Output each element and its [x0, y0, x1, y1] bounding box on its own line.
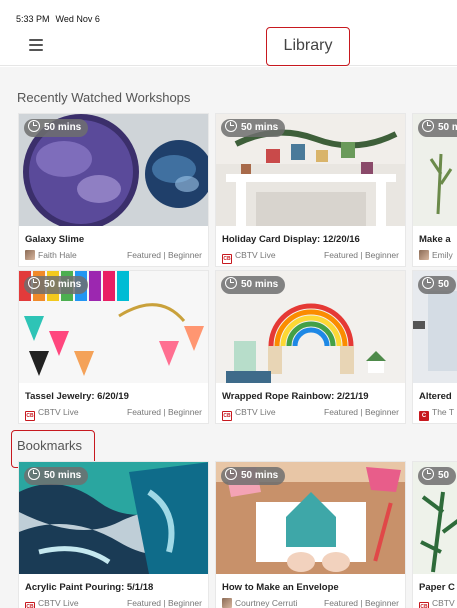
workshop-title: Tassel Jewelry: 6/20/19 — [25, 391, 129, 402]
cbtv-logo-icon: CB — [222, 411, 232, 421]
workshop-tags: Featured | Beginner — [127, 250, 202, 260]
duration-badge: 50 — [418, 276, 457, 294]
author-avatar — [222, 598, 232, 608]
section-title-bookmarks: Bookmarks — [17, 438, 83, 453]
library-content[interactable]: Recently Watched Workshops 50 mins Galax… — [0, 67, 457, 608]
recent-row-2: 50 mins Tassel Jewelry: 6/20/19 CB CBTV L… — [18, 270, 457, 424]
duration-badge: 50 mins — [221, 467, 286, 485]
workshop-tags: Featured | Beginner — [127, 407, 202, 417]
workshop-meta: CB CBTV Live Featured | Beginner — [25, 598, 202, 608]
workshop-tags: Featured | Beginner — [324, 598, 399, 608]
workshop-card[interactable]: 50 mins Tassel Jewelry: 6/20/19 CB CBTV L… — [18, 270, 209, 424]
clock-icon — [422, 277, 434, 289]
author-name: Courtney Cerruti — [235, 598, 298, 608]
cbtv-logo-icon: CB — [419, 602, 429, 608]
author-avatar — [419, 250, 429, 260]
workshop-card[interactable]: 50 mins Acrylic Paint Pouring: 5/1/18 CB… — [18, 461, 209, 608]
author-name: Emily — [432, 250, 453, 260]
duration-badge: 50 mins — [221, 276, 286, 294]
workshop-meta: CB CBTV — [419, 598, 457, 608]
duration-badge: 50 mins — [24, 119, 89, 137]
workshop-tags: Featured | Beginner — [324, 250, 399, 260]
workshop-title: Make a — [419, 234, 451, 245]
clock-icon — [225, 468, 237, 480]
status-bar: 5:33 PM Wed Nov 6 — [0, 0, 457, 26]
workshop-card[interactable]: 50 mins How to Make an Envelope Courtney… — [215, 461, 406, 608]
author-avatar: C — [419, 411, 429, 421]
author-avatar — [25, 250, 35, 260]
status-time: 5:33 PM — [16, 14, 50, 24]
cbtv-logo-icon: CB — [25, 602, 35, 608]
workshop-title: Wrapped Rope Rainbow: 2/21/19 — [222, 391, 369, 402]
workshop-meta: CB CBTV Live Featured | Beginner — [222, 407, 399, 421]
workshop-title: Altered — [419, 391, 452, 402]
workshop-card[interactable]: 50 mins Holiday Card Display: 12/20/16 C… — [215, 113, 406, 267]
clock-icon — [225, 277, 237, 289]
author-name: CBTV Live — [235, 407, 276, 417]
workshop-meta: CB CBTV Live Featured | Beginner — [222, 250, 399, 264]
cbtv-logo-icon: CB — [222, 254, 232, 264]
duration-badge: 50 mins — [221, 119, 286, 137]
duration-badge: 50 mins — [418, 119, 457, 137]
workshop-tags: Featured | Beginner — [324, 407, 399, 417]
workshop-card[interactable]: 50 Altered C The T — [412, 270, 457, 424]
workshop-title: Galaxy Slime — [25, 234, 85, 245]
workshop-meta: Emily — [419, 250, 457, 262]
duration-badge: 50 — [418, 467, 457, 485]
workshop-title: Acrylic Paint Pouring: 5/1/18 — [25, 582, 154, 593]
clock-icon — [28, 120, 40, 132]
duration-badge: 50 mins — [24, 467, 89, 485]
workshop-meta: CB CBTV Live Featured | Beginner — [25, 407, 202, 421]
author-name: CBTV — [432, 598, 455, 608]
workshop-card[interactable]: 50 mins Make a Emily — [412, 113, 457, 267]
workshop-card[interactable]: 50 Paper C CB CBTV — [412, 461, 457, 608]
workshop-title: Holiday Card Display: 12/20/16 — [222, 234, 360, 245]
clock-icon — [422, 468, 434, 480]
workshop-card[interactable]: 50 mins Wrapped Rope Rainbow: 2/21/19 CB… — [215, 270, 406, 424]
workshop-title: Paper C — [419, 582, 455, 593]
workshop-meta: C The T — [419, 407, 457, 421]
page-title: Library — [266, 27, 350, 66]
author-name: Faith Hale — [38, 250, 77, 260]
clock-icon — [422, 120, 434, 132]
hamburger-menu-icon[interactable] — [29, 39, 43, 51]
workshop-tags: Featured | Beginner — [127, 598, 202, 608]
workshop-meta: Courtney Cerruti Featured | Beginner — [222, 598, 399, 608]
nav-bar: Library — [0, 26, 457, 66]
duration-badge: 50 mins — [24, 276, 89, 294]
clock-icon — [28, 468, 40, 480]
clock-icon — [225, 120, 237, 132]
author-name: CBTV Live — [38, 598, 79, 608]
section-title-recently-watched: Recently Watched Workshops — [17, 90, 191, 105]
workshop-card[interactable]: 50 mins Galaxy Slime Faith Hale Featured… — [18, 113, 209, 267]
cbtv-logo-icon: CB — [25, 411, 35, 421]
author-name: CBTV Live — [38, 407, 79, 417]
workshop-title: How to Make an Envelope — [222, 582, 339, 593]
workshop-meta: Faith Hale Featured | Beginner — [25, 250, 202, 262]
status-date: Wed Nov 6 — [55, 14, 100, 24]
clock-icon — [28, 277, 40, 289]
author-name: CBTV Live — [235, 250, 276, 260]
author-name: The T — [432, 407, 455, 417]
bookmarks-row: 50 mins Acrylic Paint Pouring: 5/1/18 CB… — [18, 461, 457, 608]
recent-row-1: 50 mins Galaxy Slime Faith Hale Featured… — [18, 113, 457, 267]
